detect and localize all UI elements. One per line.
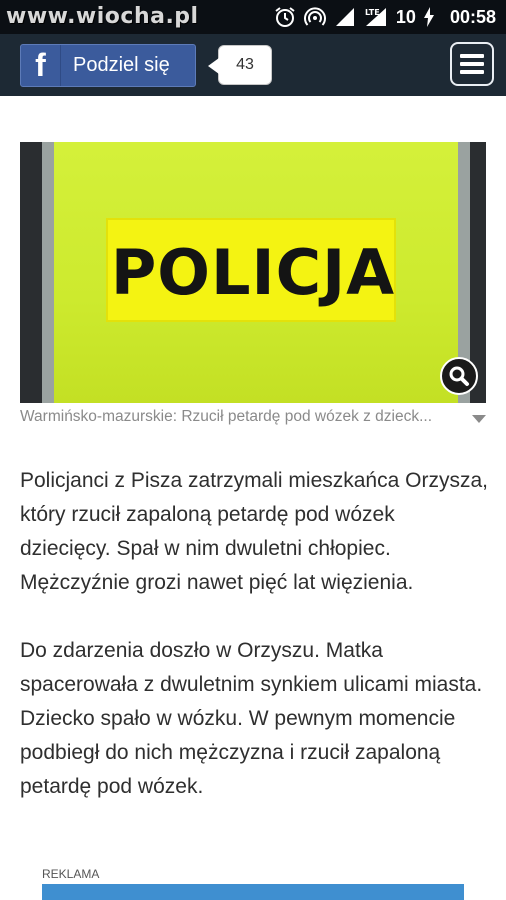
status-icons: LTE 10 00:58 bbox=[274, 6, 496, 28]
hamburger-icon-bar bbox=[460, 70, 484, 74]
share-label: Podziel się bbox=[73, 54, 170, 76]
chevron-down-icon[interactable] bbox=[472, 414, 486, 424]
hamburger-icon-bar bbox=[460, 54, 484, 58]
share-bar: f Podziel się 43 bbox=[0, 34, 506, 96]
hotspot-icon bbox=[303, 7, 326, 26]
alarm-icon bbox=[275, 7, 295, 27]
police-patch: POLICJA bbox=[106, 218, 396, 322]
lte-signal-icon: LTE bbox=[365, 8, 386, 26]
share-count: 43 bbox=[208, 45, 272, 85]
facebook-share-button[interactable]: f Podziel się bbox=[20, 44, 196, 87]
article-paragraph: Policjanci z Pisza zatrzymali mieszkańca… bbox=[20, 469, 488, 594]
ad-label: REKLAMA bbox=[42, 867, 100, 881]
advertisement[interactable] bbox=[42, 884, 464, 900]
facebook-icon: f bbox=[21, 45, 61, 86]
status-bar: www.wiocha.pl LTE 10 00:58 bbox=[0, 0, 506, 34]
article-paragraph: Do zdarzenia doszło w Orzyszu. Matka spa… bbox=[20, 639, 483, 798]
signal-icon bbox=[335, 8, 354, 26]
hamburger-icon-bar bbox=[460, 62, 484, 66]
vest-stripe-left bbox=[42, 142, 54, 403]
menu-button[interactable] bbox=[450, 42, 494, 86]
zoom-button[interactable] bbox=[440, 357, 478, 395]
site-watermark: www.wiocha.pl bbox=[6, 4, 199, 29]
patch-text: POLICJA bbox=[110, 235, 396, 309]
charging-icon bbox=[423, 7, 434, 27]
clock: 00:58 bbox=[449, 6, 496, 27]
photo-caption: Warmińsko-mazurskie: Rzucił petardę pod … bbox=[20, 408, 433, 425]
article-body: Policjanci z Pisza zatrzymali mieszkańca… bbox=[20, 464, 490, 804]
magnifier-icon bbox=[449, 366, 469, 386]
svg-text:LTE: LTE bbox=[365, 8, 380, 17]
battery-level: 10 bbox=[395, 6, 416, 27]
article-photo[interactable]: POLICJA bbox=[20, 142, 486, 403]
